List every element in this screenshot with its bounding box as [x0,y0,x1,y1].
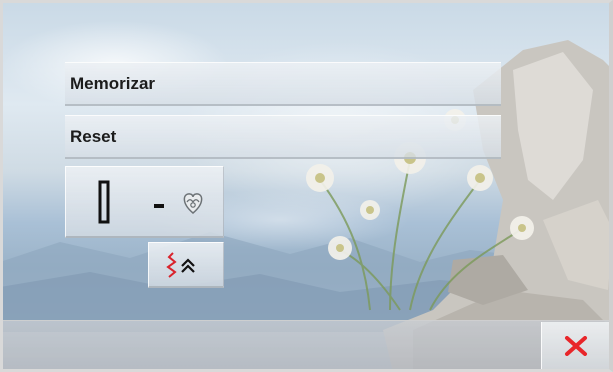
reset-label: Reset [70,126,117,146]
toolbar-divider [0,320,613,321]
close-icon [564,336,587,356]
settings-screen: Memorizar Reset [0,0,613,372]
stitch-pattern-up-icon [166,252,195,278]
stitch-pattern-button[interactable] [148,242,224,288]
buttonhole-assign-button[interactable] [65,166,224,238]
reset-button[interactable]: Reset [65,115,501,159]
buttonhole-to-heart-icon [98,180,203,224]
close-button[interactable] [541,322,609,370]
memorize-label: Memorizar [70,73,156,93]
bottom-toolbar [0,320,613,372]
memorize-button[interactable]: Memorizar [65,62,501,106]
